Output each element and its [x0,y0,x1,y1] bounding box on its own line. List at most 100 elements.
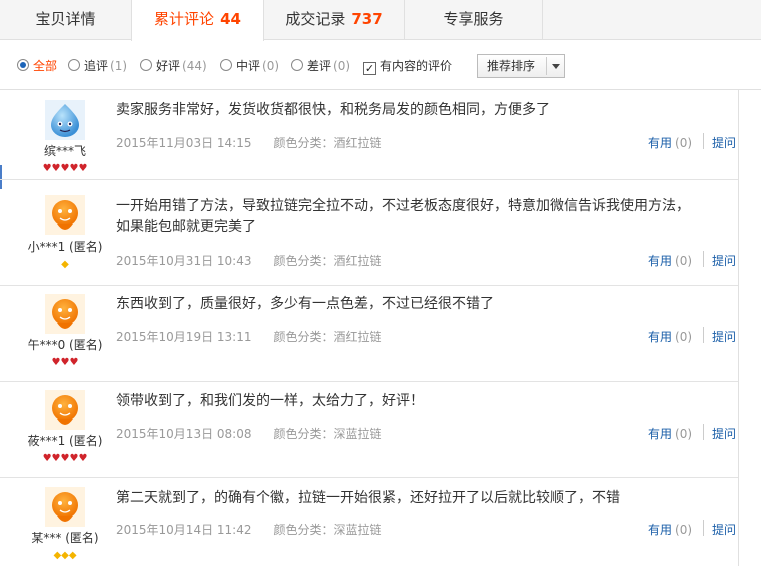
tab-services[interactable]: 专享服务 [405,0,543,40]
filter-count: (0) [262,59,280,73]
reviewer-nick: 小***1 (匿名) [27,240,103,254]
review-date: 2015年11月03日 14:15 [116,136,252,150]
radio-icon[interactable] [220,59,232,71]
useful-count: (0) [675,523,693,537]
tab-count: 737 [351,10,383,28]
review-content: 领带收到了，和我们发的一样，太给力了，好评！ [116,393,424,409]
reviewer-nick: 缤***飞 [43,144,86,158]
divider [703,133,704,149]
filter-bad[interactable]: 差评 (0) [291,58,350,74]
review-item: 缤***飞 ♥♥♥♥♥ 卖家服务非常好，发货收货都很快，和税务局发的颜色相同，方… [0,90,738,180]
review-sku: 颜色分类：酒红拉链 [273,254,382,268]
useful-count: (0) [675,427,693,441]
heart-rank-icon: ♥♥♥ [51,357,79,368]
tab-label: 累计评论 [154,10,215,28]
review-meta: 2015年10月14日 11:42 颜色分类：深蓝拉链 [116,521,382,538]
useful-count: (0) [675,254,693,268]
tab-reviews[interactable]: 累计评论 44 [131,0,264,41]
review-meta: 2015年10月31日 10:43 颜色分类：酒红拉链 [116,252,382,269]
review-date: 2015年10月19日 13:11 [116,330,252,344]
review-content: 卖家服务非常好，发货收货都很快，和税务局发的颜色相同，方便多了 [116,102,550,118]
tab-label: 成交记录 [285,10,346,28]
filter-followup[interactable]: 追评 (1) [68,58,127,74]
review-content: 第二天就到了，的确有个徽，拉链一开始很紧，还好拉开了以后就比较顺了，不错 [116,490,620,506]
review-meta: 2015年11月03日 14:15 颜色分类：酒红拉链 [116,134,382,151]
crown-rank-icon: ◆ [61,259,69,270]
ask-link[interactable]: 提问 [712,252,736,269]
ask-link[interactable]: 提问 [712,328,736,345]
ask-link[interactable]: 提问 [712,425,736,442]
filter-with-content[interactable]: ✓ 有内容的评价 [363,58,453,75]
useful-button[interactable]: 有用 (0) [648,134,692,151]
ask-link[interactable]: 提问 [712,134,736,151]
heart-rank-icon: ♥♥♥♥♥ [42,453,88,464]
review-date: 2015年10月13日 08:08 [116,427,252,441]
heart-rank-icon: ♥♥♥♥♥ [42,163,88,174]
useful-button[interactable]: 有用 (0) [648,252,692,269]
review-item: 莜***1 (匿名) ♥♥♥♥♥ 领带收到了，和我们发的一样，太给力了，好评！ … [0,382,738,478]
review-sku: 颜色分类：酒红拉链 [273,330,382,344]
review-content: 东西收到了，质量很好，多少有一点色差，不过已经很不错了 [116,296,494,312]
crown-rank-icon: ◆◆◆ [53,550,77,561]
useful-label: 有用 [648,523,673,537]
filter-count: (44) [182,59,207,73]
reviewer-nick: 午***0 (匿名) [27,338,103,352]
useful-label: 有用 [648,136,673,150]
review-sku: 颜色分类：深蓝拉链 [273,427,382,441]
orange-avatar-icon[interactable] [45,487,85,527]
sort-dropdown[interactable]: 推荐排序 [477,54,565,78]
review-sku: 颜色分类：深蓝拉链 [273,523,382,537]
filter-good[interactable]: 好评 (44) [140,58,207,74]
review-date: 2015年10月31日 10:43 [116,254,252,268]
review-item: 某*** (匿名) ◆◆◆ 第二天就到了，的确有个徽，拉链一开始很紧，还好拉开了… [0,478,738,566]
useful-label: 有用 [648,330,673,344]
sort-divider [546,57,547,75]
filter-neutral[interactable]: 中评 (0) [220,58,279,74]
filter-label: 追评 [84,59,109,73]
sort-label: 推荐排序 [487,59,536,73]
radio-icon[interactable] [291,59,303,71]
orange-avatar-icon[interactable] [45,390,85,430]
review-sku: 颜色分类：酒红拉链 [273,136,382,150]
filter-label: 中评 [236,59,261,73]
tab-item-details[interactable]: 宝贝详情 [0,0,132,40]
reviewer-nick: 某*** (匿名) [31,531,99,545]
review-item: 午***0 (匿名) ♥♥♥ 东西收到了，质量很好，多少有一点色差，不过已经很不… [0,286,738,382]
review-date: 2015年10月14日 11:42 [116,523,252,537]
divider [703,251,704,267]
review-content: 一开始用错了方法，导致拉链完全拉不动，不过老板态度很好，特意加微信告诉我使用方法… [116,198,690,235]
divider [703,327,704,343]
useful-count: (0) [675,330,693,344]
useful-button[interactable]: 有用 (0) [648,328,692,345]
chevron-down-icon [552,64,560,69]
useful-button[interactable]: 有用 (0) [648,425,692,442]
filter-all[interactable]: 全部 [17,58,57,74]
tab-transactions[interactable]: 成交记录 737 [264,0,405,40]
reviewer-nick: 莜***1 (匿名) [27,434,103,448]
filter-label: 好评 [156,59,181,73]
radio-icon[interactable] [17,59,29,71]
filter-count: (1) [110,59,128,73]
review-filter-bar: 全部 追评 (1) 好评 (44) 中评 (0) 差评 (0) ✓ 有内容的评价 推荐排序 [0,40,761,90]
useful-button[interactable]: 有用 (0) [648,521,692,538]
useful-label: 有用 [648,254,673,268]
radio-icon[interactable] [68,59,80,71]
orange-avatar-icon[interactable] [45,195,85,235]
tab-label: 专享服务 [443,10,504,28]
useful-count: (0) [675,136,693,150]
orange-avatar-icon[interactable] [45,294,85,334]
useful-label: 有用 [648,427,673,441]
radio-icon[interactable] [140,59,152,71]
divider [703,520,704,536]
tab-label: 宝贝详情 [35,10,96,28]
divider [703,424,704,440]
ask-link[interactable]: 提问 [712,521,736,538]
filter-label: 差评 [307,59,332,73]
review-item: 小***1 (匿名) ◆ 一开始用错了方法，导致拉链完全拉不动，不过老板态度很好… [0,180,738,286]
blue-avatar-icon[interactable] [45,100,85,140]
checkbox-checked-icon[interactable]: ✓ [363,62,376,75]
review-meta: 2015年10月13日 08:08 颜色分类：深蓝拉链 [116,425,382,442]
review-meta: 2015年10月19日 13:11 颜色分类：酒红拉链 [116,328,382,345]
filter-count: (0) [333,59,351,73]
filter-label: 有内容的评价 [380,59,453,73]
